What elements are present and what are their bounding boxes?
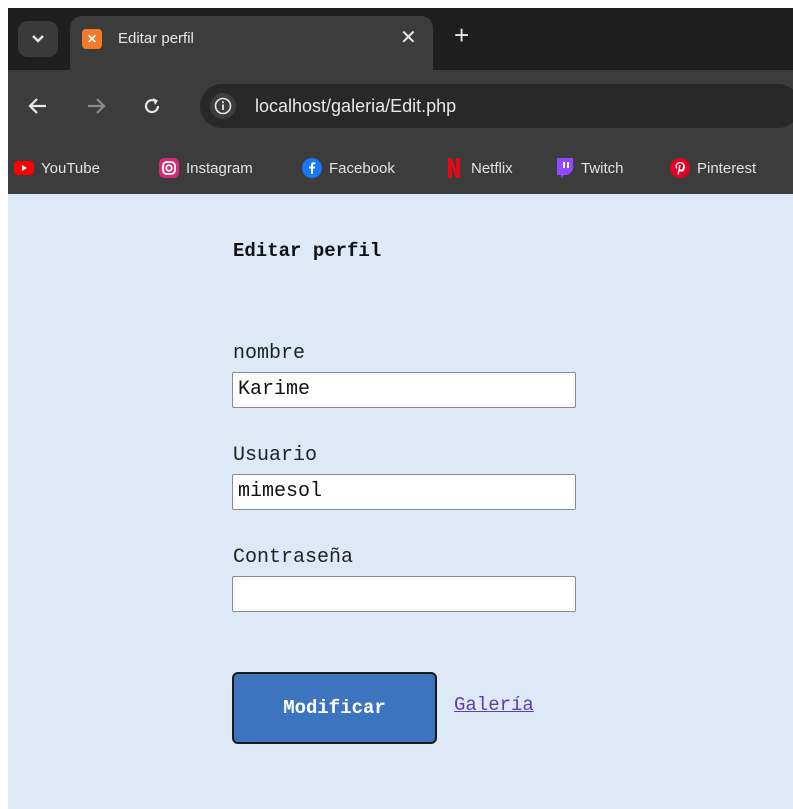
- tab-strip: ✕ Editar perfil ✕ +: [8, 8, 793, 70]
- nombre-label: nombre: [233, 342, 306, 365]
- instagram-icon: [159, 158, 179, 178]
- page-content: Editar perfil nombre Karime Usuario mime…: [8, 194, 793, 809]
- url-text[interactable]: localhost/galeria/Edit.php: [255, 96, 456, 117]
- password-field[interactable]: [232, 576, 576, 612]
- tab-title: Editar perfil: [118, 30, 194, 47]
- facebook-icon: [302, 158, 322, 178]
- xampp-favicon-icon: ✕: [82, 29, 102, 49]
- usuario-label: Usuario: [233, 444, 318, 467]
- address-bar[interactable]: localhost/galeria/Edit.php: [200, 84, 793, 128]
- arrow-right-icon: [88, 98, 106, 114]
- usuario-field[interactable]: mimesol: [232, 474, 576, 510]
- bookmark-label: Facebook: [329, 159, 395, 177]
- toolbar: localhost/galeria/Edit.php: [8, 70, 793, 142]
- bookmark-label: Instagram: [186, 159, 253, 177]
- browser-window: ✕ Editar perfil ✕ + localhost/galeria/Ed…: [8, 8, 793, 809]
- youtube-icon: [14, 158, 34, 178]
- bookmark-twitch[interactable]: Twitch: [554, 157, 624, 179]
- galeria-link[interactable]: Galería: [454, 694, 534, 716]
- tab-search-button[interactable]: [18, 21, 58, 57]
- twitch-icon: [554, 158, 574, 178]
- back-button[interactable]: [23, 91, 53, 121]
- bookmark-facebook[interactable]: Facebook: [302, 157, 395, 179]
- contrasena-label: Contraseña: [233, 546, 354, 569]
- bookmark-instagram[interactable]: Instagram: [159, 157, 253, 179]
- site-info-icon[interactable]: [210, 93, 236, 119]
- reload-button[interactable]: [137, 91, 167, 121]
- modificar-button[interactable]: Modificar: [232, 672, 437, 744]
- bookmarks-bar: YouTube Instagram Facebook Netflix Twitc…: [8, 142, 793, 194]
- new-tab-button[interactable]: +: [454, 22, 469, 48]
- netflix-icon: [444, 158, 464, 178]
- tab-editar-perfil[interactable]: ✕ Editar perfil ✕: [70, 16, 433, 70]
- bookmark-netflix[interactable]: Netflix: [444, 157, 513, 179]
- bookmark-youtube[interactable]: YouTube: [14, 157, 100, 179]
- chevron-down-icon: [32, 35, 44, 43]
- close-icon[interactable]: ✕: [400, 26, 417, 50]
- bookmark-label: Pinterest: [697, 159, 757, 177]
- page-title: Editar perfil: [233, 240, 382, 262]
- forward-button[interactable]: [81, 91, 111, 121]
- pinterest-icon: [670, 158, 690, 178]
- bookmark-label: Netflix: [471, 159, 513, 177]
- nombre-field[interactable]: Karime: [232, 372, 576, 408]
- reload-icon: [144, 98, 160, 114]
- bookmark-label: YouTube: [41, 159, 100, 177]
- arrow-left-icon: [28, 98, 46, 114]
- bookmark-label: Twitch: [581, 159, 624, 177]
- bookmark-pinterest[interactable]: Pinterest: [670, 157, 756, 179]
